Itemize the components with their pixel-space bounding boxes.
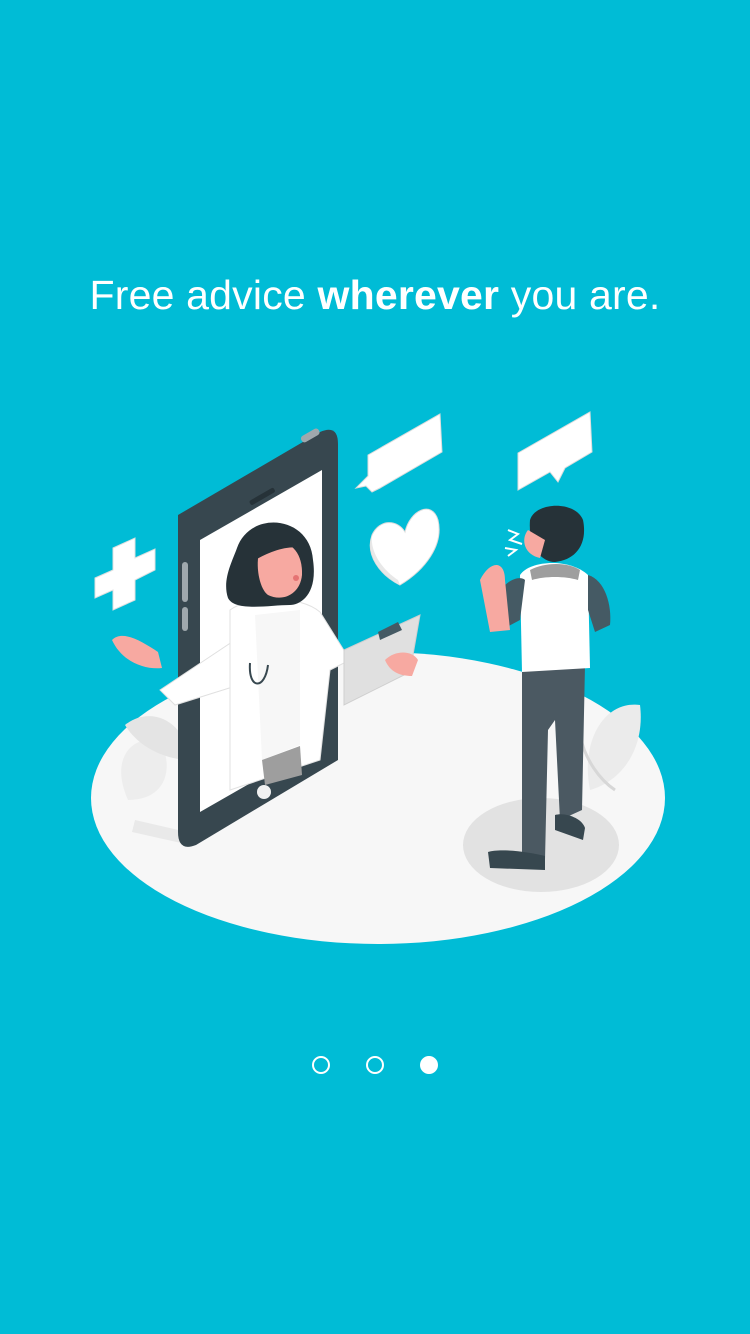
plus-icon xyxy=(94,537,156,611)
onboarding-screen: Free advice wherever you are. xyxy=(0,0,750,1334)
headline-text-before: Free advice xyxy=(89,272,318,318)
telemedicine-illustration xyxy=(91,411,665,944)
onboarding-headline: Free advice wherever you are. xyxy=(0,272,750,319)
heart-icon xyxy=(369,508,440,586)
headline-text-after: you are. xyxy=(499,272,661,318)
page-dot-3[interactable] xyxy=(420,1056,438,1074)
speech-bubble-icon xyxy=(354,413,443,493)
page-dot-2[interactable] xyxy=(366,1056,384,1074)
headline-text-emphasis: wherever xyxy=(317,272,500,318)
page-indicator xyxy=(0,1054,750,1076)
patient-speech-bubble-icon xyxy=(517,411,593,491)
page-dot-1[interactable] xyxy=(312,1056,330,1074)
